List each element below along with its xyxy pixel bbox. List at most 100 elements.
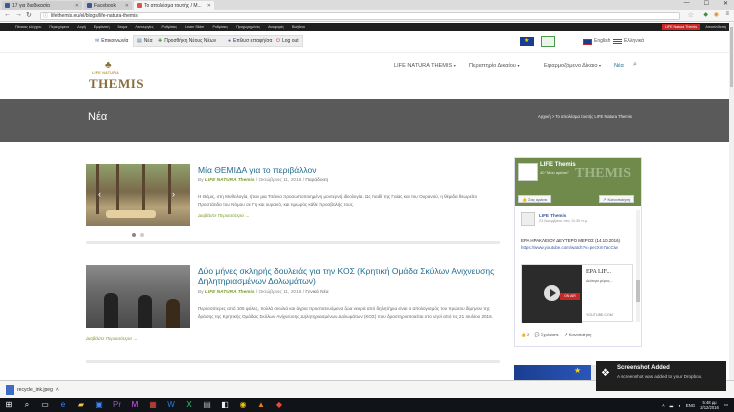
- app-icon[interactable]: M: [130, 400, 140, 410]
- admin-menu-item[interactable]: Ρυθμίσεις: [212, 23, 228, 31]
- admin-menu-item[interactable]: Αναφορές: [268, 23, 284, 31]
- post-image[interactable]: [86, 265, 190, 328]
- chevron-up-icon[interactable]: ˄: [56, 387, 59, 393]
- search-icon[interactable]: ⌕: [633, 61, 637, 69]
- extension-icon[interactable]: ◆: [703, 11, 708, 18]
- nav-item-law-observatory[interactable]: Περιστηρίο Δικαίου ▾: [469, 63, 519, 69]
- admin-menu-item[interactable]: Learn Slider: [185, 23, 204, 31]
- windows-start-icon[interactable]: ⊞: [4, 400, 14, 410]
- chrome-icon[interactable]: ◉: [238, 400, 248, 410]
- greek-flag-icon[interactable]: [613, 39, 622, 45]
- post-title-link[interactable]: Δύο μήνες σκληρής δουλειάς για την ΚΟΣ (…: [198, 266, 498, 286]
- slider-next-icon[interactable]: ›: [172, 189, 175, 199]
- add-news-link[interactable]: ✚ Προσθήκη Νέους Νέων: [158, 36, 216, 46]
- excel-icon[interactable]: X: [184, 400, 194, 410]
- browser-tab-1[interactable]: 17 για διαδικασία ✕: [2, 1, 82, 10]
- admin-menu-item[interactable]: Ρυθμίσεις: [162, 23, 178, 31]
- admin-menu-item[interactable]: Άτομα: [117, 23, 127, 31]
- admin-menu-item[interactable]: Πίνακας ελέγχου: [15, 23, 41, 31]
- fb-share-button[interactable]: ↗ Κοινοποίηση: [599, 195, 635, 203]
- browser-tab-2[interactable]: Facebook ✕: [84, 1, 132, 10]
- share-link[interactable]: Κοινοποίηση: [569, 332, 592, 337]
- dropbox-notification[interactable]: ❖ Screenshot Added A screenshot was adde…: [596, 361, 726, 391]
- app-icon[interactable]: Pr: [112, 400, 122, 410]
- logout-link[interactable]: Αποσύνδεση: [705, 23, 726, 31]
- post-avatar[interactable]: [521, 212, 535, 226]
- nav-item-applied-law[interactable]: Εφαρμοζόμενο Δίκαιο ▾: [544, 63, 601, 69]
- admin-menu-item[interactable]: Εμφάνιση: [94, 23, 110, 31]
- edit-link[interactable]: ● Επίλυσ επαφή/σα: [228, 36, 272, 46]
- play-icon[interactable]: [544, 285, 560, 301]
- read-more-link[interactable]: Διαβάστε Περισσότερα →: [86, 336, 138, 341]
- video-thumbnail[interactable]: ON AIR: [522, 265, 582, 323]
- browser-tab-3[interactable]: Το απολέσμα τουτής / Μ... ✕: [134, 1, 214, 10]
- fb-page-name[interactable]: LIFE Themis: [540, 162, 576, 168]
- search-icon[interactable]: ⌕: [22, 400, 32, 410]
- address-bar[interactable]: ⓘ lifethemis.eu/el/blogs/life-natura-the…: [40, 12, 680, 20]
- post-category-link[interactable]: Παράδοση: [305, 178, 328, 183]
- extension-icon[interactable]: ◉: [714, 11, 719, 18]
- admin-menu-item[interactable]: Λειτουργίες: [135, 23, 153, 31]
- post-title-link[interactable]: Μία ΘΕΜΙΔΑ για το περιβάλλον: [198, 165, 498, 175]
- fb-like-button[interactable]: 👍 Σας αρέσει: [518, 195, 552, 203]
- logout-button[interactable]: ⏻ Log out: [276, 36, 299, 46]
- menu-icon[interactable]: ≡: [725, 11, 729, 17]
- chevron-up-icon[interactable]: ˄: [662, 403, 665, 408]
- contact-link[interactable]: ✉ Επικοινωνία: [95, 36, 128, 46]
- volume-icon[interactable]: ◖: [678, 403, 681, 408]
- post-author-link[interactable]: LIFE NATURA Themis: [205, 178, 255, 183]
- post-category-link[interactable]: Γενικά Νέα: [305, 290, 328, 295]
- fb-post-link[interactable]: https://www.youtube.com/watch?v=pecXm7ac…: [521, 244, 631, 251]
- task-view-icon[interactable]: ▭: [40, 400, 50, 410]
- read-more-link[interactable]: Διαβάστε Περισσότερα →: [198, 213, 250, 218]
- download-item[interactable]: recycle_ink.jpeg ˄: [6, 383, 59, 396]
- store-icon[interactable]: ▣: [94, 400, 104, 410]
- slider-dot[interactable]: [140, 233, 144, 237]
- site-logo[interactable]: ♣ LIFE NATURA THEMIS: [89, 60, 144, 94]
- post-author-link[interactable]: LIFE NATURA Themis: [205, 290, 255, 295]
- uk-flag-icon[interactable]: [583, 39, 592, 45]
- admin-menu-item[interactable]: Βοήθεια: [292, 23, 305, 31]
- comment-link[interactable]: Σχολιάστε: [541, 332, 559, 337]
- nav-item-life-natura-themis[interactable]: LIFE NATURA THEMIS ▾: [394, 63, 456, 69]
- forward-icon[interactable]: →: [15, 11, 22, 18]
- like-icon[interactable]: 👍: [521, 332, 526, 337]
- slider-dot[interactable]: [132, 233, 136, 237]
- admin-menu-item[interactable]: Δομή: [77, 23, 85, 31]
- page-scrollbar[interactable]: [729, 23, 734, 380]
- maximize-button[interactable]: ☐: [704, 0, 709, 7]
- reload-icon[interactable]: ↻: [26, 11, 32, 19]
- app-icon[interactable]: ◧: [220, 400, 230, 410]
- app-icon[interactable]: ◆: [274, 400, 284, 410]
- app-icon[interactable]: ▲: [256, 400, 266, 410]
- fb-post-author[interactable]: LIFE Themis: [539, 213, 566, 218]
- lang-english[interactable]: English: [594, 38, 610, 44]
- fb-scrollbar[interactable]: [636, 210, 640, 322]
- tab-close-icon[interactable]: ✕: [207, 3, 211, 9]
- site-name-button[interactable]: LIFE Natura Themis: [661, 24, 700, 30]
- slider-prev-icon[interactable]: ‹: [98, 189, 101, 199]
- back-icon[interactable]: ←: [4, 11, 11, 18]
- fb-video-card[interactable]: ON AIR ΕΡΑ LIF... Δεύτερο μέρος... YOUTU…: [521, 264, 633, 323]
- notifications-icon[interactable]: ▭: [724, 402, 728, 408]
- minimize-button[interactable]: —: [684, 0, 690, 7]
- news-link[interactable]: ▤ Νέα: [137, 36, 152, 46]
- edge-icon[interactable]: e: [58, 400, 68, 410]
- facebook-cover[interactable]: THEMIS LIFE Themis 40 "Μου αρέσει" 👍 Σας…: [515, 158, 641, 206]
- bookmark-star-icon[interactable]: ☆: [688, 11, 694, 19]
- lang-greek[interactable]: Ελληνικά: [624, 38, 644, 44]
- app-icon[interactable]: ▤: [202, 400, 212, 410]
- admin-menu-item[interactable]: Προχωρημένες: [236, 23, 260, 31]
- page-avatar[interactable]: [518, 163, 538, 181]
- clock[interactable]: 5:48 μμ 2/12/2016: [700, 400, 719, 410]
- fb-post-time[interactable]: 23 Νοεμβρίου στις 11:39 π.μ.: [539, 219, 588, 223]
- app-icon[interactable]: ▦: [148, 400, 158, 410]
- tab-close-icon[interactable]: ✕: [75, 3, 79, 9]
- tab-close-icon[interactable]: ✕: [125, 3, 129, 9]
- input-language[interactable]: ENG: [686, 403, 696, 408]
- admin-menu-item[interactable]: Περιεχόμενο: [49, 23, 69, 31]
- folder-icon[interactable]: ▰: [76, 400, 86, 410]
- network-icon[interactable]: ▂: [670, 402, 673, 408]
- page-info-icon[interactable]: ⓘ: [43, 13, 48, 20]
- post-image-slider[interactable]: ‹ ›: [86, 164, 190, 226]
